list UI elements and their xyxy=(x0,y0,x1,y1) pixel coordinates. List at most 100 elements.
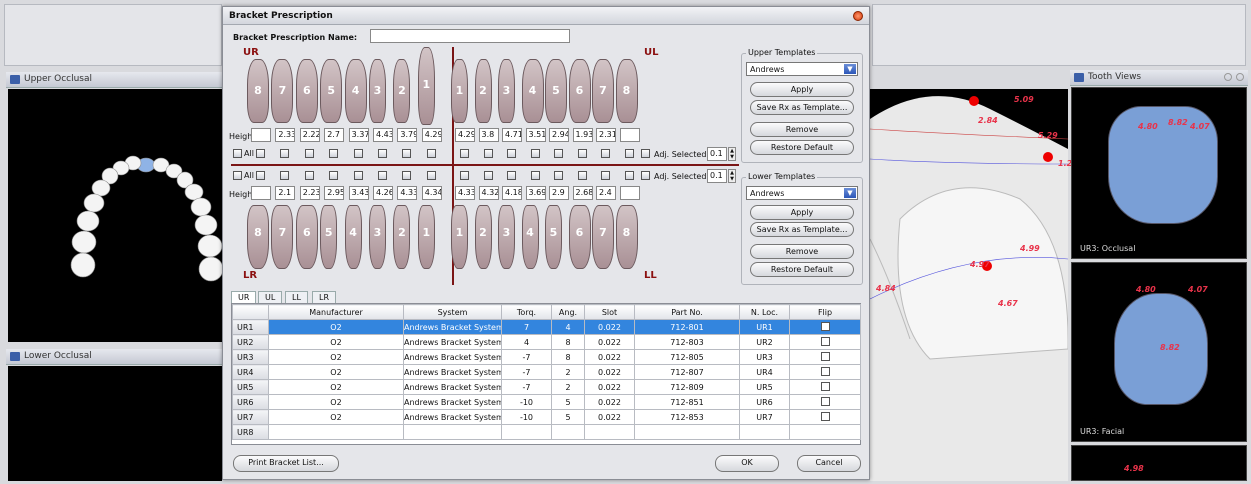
upper-tooth-checkbox[interactable] xyxy=(601,149,610,158)
row-header[interactable]: UR2 xyxy=(232,334,269,350)
lower-tooth[interactable]: 1 xyxy=(417,205,435,269)
tab-lr[interactable]: LR xyxy=(312,291,337,303)
upper-height-input[interactable]: 3.37 xyxy=(348,128,369,142)
lower-tooth-checkbox[interactable] xyxy=(507,171,516,180)
lower-height-input[interactable]: 2.9 xyxy=(549,186,569,200)
table-cell[interactable]: 0.022 xyxy=(584,409,635,425)
close-icon[interactable] xyxy=(853,11,863,21)
column-header[interactable]: Flip xyxy=(789,304,861,320)
print-bracket-list-button[interactable]: Print Bracket List... xyxy=(233,455,339,472)
adj-upper-spinner[interactable]: ▲ ▼ xyxy=(728,147,736,161)
lower-extra-checkbox[interactable] xyxy=(641,171,650,180)
upper-height-input[interactable]: 4.29 xyxy=(421,128,442,142)
lower-tooth-checkbox[interactable] xyxy=(280,171,290,180)
upper-tooth[interactable]: 7 xyxy=(271,59,294,123)
table-cell[interactable]: UR7 xyxy=(739,409,790,425)
row-header[interactable]: UR3 xyxy=(232,349,269,365)
upper-tooth[interactable]: 5 xyxy=(545,59,567,123)
lower-tooth-checkbox[interactable] xyxy=(256,171,265,180)
table-cell[interactable]: 5 xyxy=(551,409,585,425)
upper-tooth[interactable]: 6 xyxy=(295,59,318,123)
upper-apply-button[interactable]: Apply xyxy=(750,82,854,97)
row-header[interactable]: UR8 xyxy=(232,424,269,440)
table-cell[interactable]: O2 xyxy=(268,409,404,425)
lower-tooth-checkbox[interactable] xyxy=(530,171,540,180)
table-row[interactable]: UR7 O2 Andrews Bracket System -10 5 0.022 712-… xyxy=(232,409,861,425)
lower-height-input[interactable]: 2.4 xyxy=(596,186,616,200)
minimize-icon[interactable] xyxy=(1224,73,1232,81)
upper-tooth-checkbox[interactable] xyxy=(353,149,363,158)
table-cell[interactable] xyxy=(501,424,552,440)
upper-tooth-checkbox[interactable] xyxy=(624,149,634,158)
lower-tooth-checkbox[interactable] xyxy=(426,171,436,180)
row-header[interactable]: UR1 xyxy=(232,319,269,335)
lower-tooth[interactable]: 6 xyxy=(295,205,318,269)
lower-tooth-checkbox[interactable] xyxy=(378,171,387,180)
table-cell[interactable] xyxy=(403,424,502,440)
lower-tooth-checkbox[interactable] xyxy=(554,171,563,180)
upper-tooth[interactable]: 2 xyxy=(474,59,492,123)
tab-ur[interactable]: UR xyxy=(231,291,257,303)
upper-tooth[interactable]: 2 xyxy=(393,59,411,123)
table-cell[interactable]: 2 xyxy=(551,364,585,380)
lower-tooth[interactable]: 1 xyxy=(451,205,468,269)
lower-tooth-checkbox[interactable] xyxy=(460,171,469,180)
lower-tooth[interactable]: 2 xyxy=(393,205,411,269)
upper-extra-checkbox[interactable] xyxy=(641,149,650,158)
table-cell[interactable]: Andrews Bracket System xyxy=(403,394,502,410)
table-cell[interactable]: -7 xyxy=(501,379,552,395)
upper-tooth[interactable]: 1 xyxy=(417,47,435,125)
lower-height-input[interactable] xyxy=(251,186,271,200)
table-cell[interactable]: 712-809 xyxy=(634,379,740,395)
table-cell[interactable]: UR5 xyxy=(739,379,790,395)
table-row[interactable]: UR8 xyxy=(232,424,861,440)
lower-tooth-checkbox[interactable] xyxy=(601,171,610,180)
flip-checkbox[interactable] xyxy=(820,381,830,391)
upper-remove-button[interactable]: Remove xyxy=(750,122,854,137)
table-cell[interactable]: 712-807 xyxy=(634,364,740,380)
flip-checkbox[interactable] xyxy=(820,366,830,376)
lower-tooth[interactable]: 7 xyxy=(592,205,614,269)
lower-tooth[interactable]: 8 xyxy=(247,205,269,269)
column-header[interactable]: Slot xyxy=(584,304,635,320)
upper-tooth-checkbox[interactable] xyxy=(530,149,540,158)
main-3d-view[interactable]: 5.09 2.84 5.29 1.2 4.97 4.99 4.84 4.67 xyxy=(869,89,1072,481)
close-icon[interactable] xyxy=(1236,73,1244,81)
table-cell[interactable]: O2 xyxy=(268,319,404,335)
table-cell[interactable]: O2 xyxy=(268,394,404,410)
table-cell[interactable]: 0.022 xyxy=(584,364,635,380)
upper-tooth-checkbox[interactable] xyxy=(554,149,563,158)
extra-tooth-view[interactable]: 4.98 xyxy=(1071,445,1247,481)
table-cell[interactable]: -10 xyxy=(501,394,552,410)
upper-height-input[interactable]: 2.7 xyxy=(324,128,345,142)
flip-checkbox[interactable] xyxy=(820,336,830,346)
table-cell[interactable]: O2 xyxy=(268,349,404,365)
upper-tooth[interactable]: 4 xyxy=(344,59,367,123)
upper-tooth-checkbox[interactable] xyxy=(280,149,290,158)
all-checkbox-upper[interactable] xyxy=(233,149,242,158)
table-cell[interactable] xyxy=(584,424,635,440)
table-cell[interactable]: 8 xyxy=(551,334,585,350)
lower-height-input[interactable]: 3.43 xyxy=(348,186,369,200)
adj-lower-spinner[interactable]: ▲ ▼ xyxy=(728,169,736,183)
upper-tooth-checkbox[interactable] xyxy=(460,149,469,158)
upper-tooth-checkbox[interactable] xyxy=(256,149,265,158)
table-cell[interactable]: -7 xyxy=(501,349,552,365)
adj-upper-input[interactable]: 0.1 xyxy=(707,147,727,161)
table-cell[interactable]: 8 xyxy=(551,349,585,365)
lower-remove-button[interactable]: Remove xyxy=(750,244,854,259)
upper-tooth-checkbox[interactable] xyxy=(426,149,436,158)
lower-height-input[interactable] xyxy=(619,186,640,200)
table-cell[interactable]: UR6 xyxy=(739,394,790,410)
row-header[interactable]: UR6 xyxy=(232,394,269,410)
table-row[interactable]: UR1 O2 Andrews Bracket System 7 4 0.022 712-80… xyxy=(232,319,861,335)
adj-lower-input[interactable]: 0.1 xyxy=(707,169,727,183)
table-cell[interactable]: 712-801 xyxy=(634,319,740,335)
lower-tooth[interactable]: 5 xyxy=(545,205,562,269)
upper-height-input[interactable]: 4.71 xyxy=(502,128,522,142)
upper-template-select[interactable]: Andrews ▼ xyxy=(746,62,858,76)
upper-tooth-checkbox[interactable] xyxy=(577,149,587,158)
upper-tooth-checkbox[interactable] xyxy=(378,149,387,158)
table-row[interactable]: UR2 O2 Andrews Bracket System 4 8 0.022 712-80… xyxy=(232,334,861,350)
table-cell[interactable]: 5 xyxy=(551,394,585,410)
